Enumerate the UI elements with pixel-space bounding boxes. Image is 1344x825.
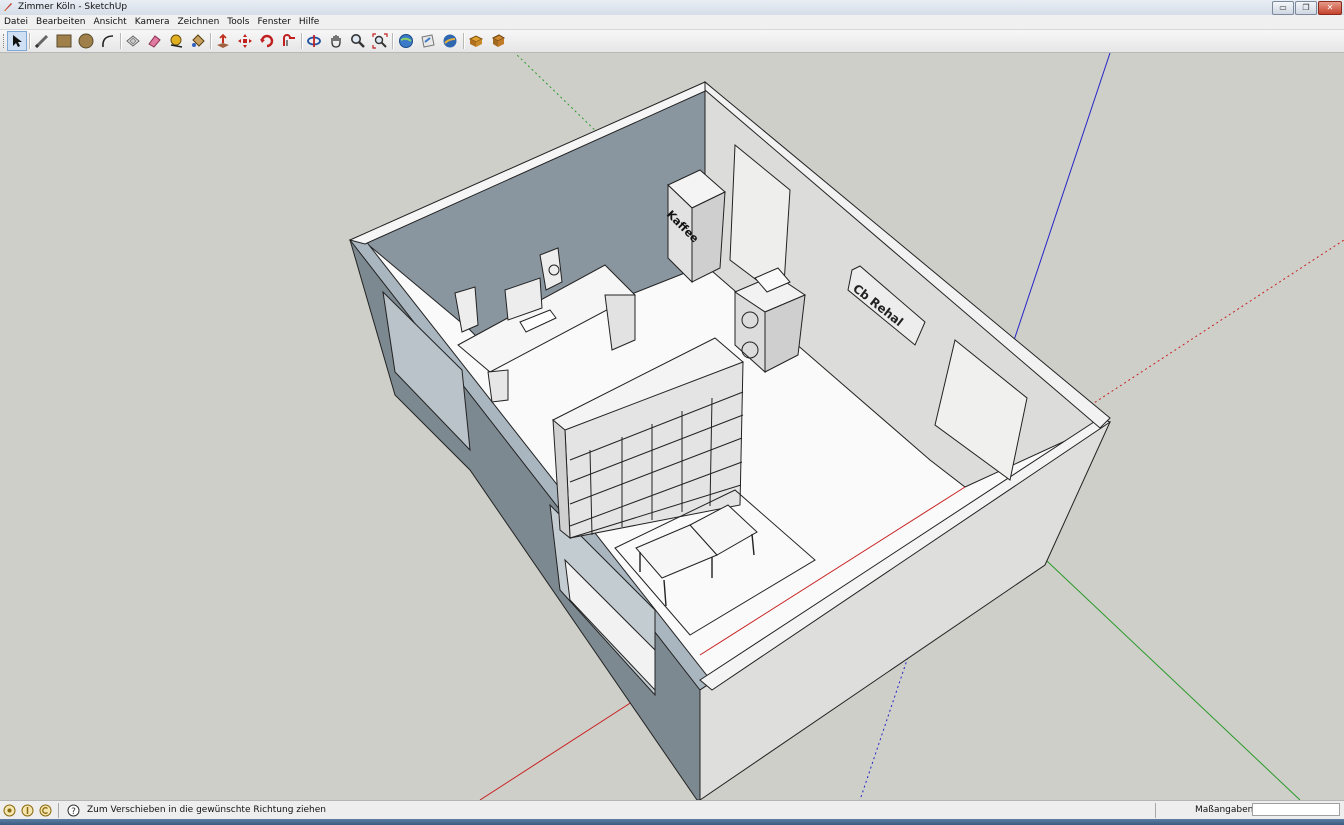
menu-zeichnen[interactable]: Zeichnen (173, 15, 223, 29)
google-earth-icon (443, 34, 457, 48)
zoom-icon (351, 34, 365, 48)
toolbar-separator (392, 33, 394, 49)
select-tool-button[interactable] (7, 31, 27, 51)
eraser-tool-button[interactable] (145, 32, 163, 50)
rotate-tool-button[interactable] (258, 32, 276, 50)
arc-tool-button[interactable] (99, 32, 117, 50)
credits-icon[interactable] (21, 804, 34, 817)
measurements-label: Maßangaben (1195, 805, 1254, 815)
main-toolbar (0, 30, 1344, 53)
make-component-icon (126, 35, 140, 47)
menu-fenster[interactable]: Fenster (253, 15, 294, 29)
model-scene: Kaffee Cb Rehal (348, 53, 1344, 800)
pan-icon (331, 35, 341, 48)
help-icon[interactable]: ? (67, 804, 80, 817)
rectangle-tool-button[interactable] (55, 32, 73, 50)
circle-tool-button[interactable] (77, 32, 95, 50)
make-component-button[interactable] (124, 32, 142, 50)
share-model-icon (421, 34, 435, 48)
zoom-tool-button[interactable] (349, 32, 367, 50)
tape-measure-button[interactable] (167, 32, 185, 50)
sketchup-logo-icon (4, 3, 12, 11)
get-components-button[interactable] (467, 32, 485, 50)
line-pencil-icon (34, 34, 49, 49)
move-tool-button[interactable] (236, 32, 254, 50)
rotate-icon (260, 34, 274, 48)
move-icon (238, 34, 252, 48)
orbit-tool-button[interactable] (305, 32, 323, 50)
back-desk-leg (487, 369, 509, 403)
offset-tool-button[interactable] (280, 32, 298, 50)
geo-location-icon[interactable] (3, 804, 16, 817)
window-controls: ▭ ❐ ✕ (1272, 1, 1342, 15)
arc-icon (102, 35, 114, 48)
window-title: Zimmer Köln - SketchUp (18, 2, 128, 12)
zoom-extents-button[interactable] (371, 32, 389, 50)
line-tool-button[interactable] (33, 32, 51, 50)
extension-warehouse-button[interactable] (489, 32, 507, 50)
status-message: Zum Verschieben in die gewünschte Richtu… (87, 805, 326, 815)
select-icon (13, 35, 22, 47)
toolbar-separator (463, 33, 465, 49)
menu-kamera[interactable]: Kamera (131, 15, 174, 29)
svg-text:?: ? (71, 807, 76, 817)
extension-warehouse-icon (491, 34, 506, 47)
copyright-icon[interactable] (39, 804, 52, 817)
push-pull-button[interactable] (214, 32, 232, 50)
tape-measure-icon (170, 34, 183, 48)
menu-tools[interactable]: Tools (223, 15, 253, 29)
zoom-extents-icon (372, 33, 388, 49)
circle-icon (78, 33, 94, 49)
toolbar-grip[interactable] (3, 34, 6, 48)
taskbar (0, 819, 1344, 825)
menu-hilfe[interactable]: Hilfe (295, 15, 323, 29)
status-bar: ? Zum Verschieben in die gewünschte Rich… (0, 800, 1344, 820)
menu-datei[interactable]: Datei (0, 15, 32, 29)
toolbar-separator (210, 33, 212, 49)
toolbar-separator (29, 33, 31, 49)
menu-bearbeiten[interactable]: Bearbeiten (32, 15, 89, 29)
share-model-button[interactable] (419, 32, 437, 50)
close-button[interactable]: ✕ (1318, 1, 1342, 15)
toolbar-separator (120, 33, 122, 49)
eraser-icon (148, 35, 161, 48)
get-components-icon (468, 35, 484, 47)
rectangle-icon (56, 34, 72, 48)
title-bar: Zimmer Köln - SketchUp ▭ ❐ ✕ (0, 0, 1344, 16)
get-models-button[interactable] (397, 32, 415, 50)
paint-bucket-icon (192, 34, 205, 47)
push-pull-icon (217, 33, 229, 48)
orbit-icon (307, 35, 321, 47)
pan-tool-button[interactable] (327, 32, 345, 50)
restore-button[interactable]: ❐ (1295, 1, 1317, 15)
status-separator (58, 803, 59, 818)
offset-icon (283, 34, 295, 46)
toolbar-separator (301, 33, 303, 49)
minimize-button[interactable]: ▭ (1272, 1, 1294, 15)
get-models-icon (399, 34, 413, 48)
model-viewport[interactable]: Kaffee Cb Rehal (0, 53, 1344, 800)
google-earth-button[interactable] (441, 32, 459, 50)
paint-bucket-button[interactable] (189, 32, 207, 50)
measurements-input[interactable] (1252, 803, 1340, 816)
status-separator (1155, 803, 1156, 818)
menu-bar: Datei Bearbeiten Ansicht Kamera Zeichnen… (0, 15, 1344, 30)
menu-ansicht[interactable]: Ansicht (89, 15, 130, 29)
